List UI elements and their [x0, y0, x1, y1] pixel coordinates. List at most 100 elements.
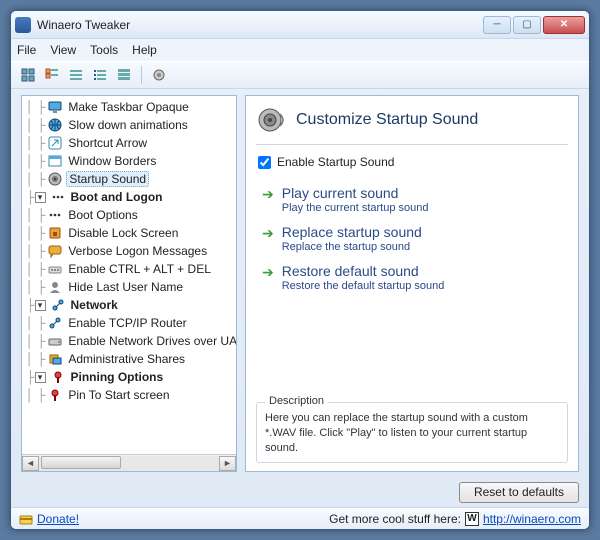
settings-button[interactable] [148, 64, 170, 86]
tree-item[interactable]: │ ├ Verbose Logon Messages [26, 242, 236, 260]
tree-group[interactable]: ├ ▾Boot and Logon [26, 188, 236, 206]
action-title: Replace startup sound [282, 224, 422, 240]
speaker-icon [47, 171, 63, 187]
lock-icon [47, 225, 63, 241]
net-icon [47, 315, 63, 331]
status-left: Donate! [19, 512, 79, 526]
tree-item[interactable]: │ ├ Hide Last User Name [26, 278, 236, 296]
action-desc: Replace the startup sound [282, 241, 422, 253]
tree-item[interactable]: │ ├ Administrative Shares [26, 350, 236, 368]
tree-item-label: Slow down animations [66, 118, 189, 132]
user-icon [47, 279, 63, 295]
dots-icon [47, 207, 63, 223]
tree-item-label: Pinning Options [69, 370, 166, 384]
button-row: Reset to defaults [11, 476, 589, 507]
tree-item-label: Make Taskbar Opaque [66, 100, 191, 114]
content-header: Customize Startup Sound [256, 104, 568, 145]
actions-list: ➔Play current soundPlay the current star… [256, 179, 568, 302]
view-mode-3-button[interactable] [65, 64, 87, 86]
tree-item[interactable]: │ ├ Pin To Start screen [26, 386, 236, 404]
tree-item[interactable]: │ ├ Startup Sound [26, 170, 236, 188]
menu-tools[interactable]: Tools [90, 43, 118, 57]
maximize-button[interactable]: ▢ [513, 16, 541, 34]
action-link[interactable]: ➔ Replace startup soundReplace the startu… [262, 224, 568, 253]
reset-to-defaults-button[interactable]: Reset to defaults [459, 482, 579, 503]
action-link[interactable]: ➔Restore default soundRestore the defaul… [262, 263, 568, 292]
view-mode-2-button[interactable] [41, 64, 63, 86]
dots-icon [50, 189, 66, 205]
tree-item-label: Verbose Logon Messages [66, 244, 209, 258]
tree-item-label: Enable TCP/IP Router [66, 316, 188, 330]
menu-help[interactable]: Help [132, 43, 157, 57]
close-button[interactable]: ✕ [543, 16, 585, 34]
enable-checkbox-input[interactable] [258, 156, 271, 169]
menu-file[interactable]: File [17, 43, 36, 57]
menu-view[interactable]: View [50, 43, 76, 57]
horizontal-scrollbar[interactable]: ◄ ► [22, 454, 236, 471]
window-buttons: ─ ▢ ✕ [483, 16, 585, 34]
tree-group[interactable]: ├ ▾Pinning Options [26, 368, 236, 386]
tree-item-label: Hide Last User Name [66, 280, 185, 294]
tree-item[interactable]: │ ├ Make Taskbar Opaque [26, 98, 236, 116]
share-icon [47, 351, 63, 367]
tree-group[interactable]: ├ ▾Network [26, 296, 236, 314]
drive-icon [47, 333, 63, 349]
minimize-button[interactable]: ─ [483, 16, 511, 34]
tree-item[interactable]: │ ├ Shortcut Arrow [26, 134, 236, 152]
tree-item-label: Enable Network Drives over UAC [66, 334, 236, 348]
tree-item-label: Boot Options [66, 208, 139, 222]
donate-link[interactable]: Donate! [37, 512, 79, 526]
winaero-icon: W [465, 512, 479, 526]
tree-item-label: Startup Sound [66, 171, 149, 187]
arrow-right-icon: ➔ [262, 187, 274, 201]
pin-icon [47, 387, 63, 403]
speaker-icon [256, 104, 288, 136]
view-mode-1-button[interactable] [17, 64, 39, 86]
tree-item[interactable]: │ ├ Enable TCP/IP Router [26, 314, 236, 332]
content-panel: Customize Startup Sound Enable Startup S… [245, 95, 579, 472]
tree-item[interactable]: │ ├ Enable CTRL + ALT + DEL [26, 260, 236, 278]
view-mode-4-button[interactable] [89, 64, 111, 86]
description-text: Here you can replace the startup sound w… [265, 411, 559, 456]
winaero-link[interactable]: http://winaero.com [483, 512, 581, 526]
app-icon [15, 17, 31, 33]
view-mode-5-button[interactable] [113, 64, 135, 86]
tree-item[interactable]: │ ├ Enable Network Drives over UAC [26, 332, 236, 350]
tree-view[interactable]: │ ├ Make Taskbar Opaque │ ├ Slow down an… [22, 96, 236, 454]
enable-checkbox-label: Enable Startup Sound [277, 155, 394, 169]
expander-icon[interactable]: ▾ [35, 192, 46, 203]
action-title: Restore default sound [282, 263, 445, 279]
scroll-track[interactable] [39, 456, 219, 471]
tree-item-label: Enable CTRL + ALT + DEL [66, 262, 213, 276]
scroll-right-button[interactable]: ► [219, 456, 236, 471]
scroll-left-button[interactable]: ◄ [22, 456, 39, 471]
chat-icon [47, 243, 63, 259]
more-stuff-label: Get more cool stuff here: [329, 512, 461, 526]
toolbar-separator [141, 66, 142, 84]
window-title: Winaero Tweaker [37, 18, 483, 32]
expander-icon[interactable]: ▾ [35, 372, 46, 383]
status-right: Get more cool stuff here: W http://winae… [329, 512, 581, 526]
tree-item-label: Window Borders [66, 154, 158, 168]
net-icon [50, 297, 66, 313]
scroll-thumb[interactable] [41, 456, 121, 469]
tree-item[interactable]: │ ├ Slow down animations [26, 116, 236, 134]
action-link[interactable]: ➔Play current soundPlay the current star… [262, 185, 568, 214]
enable-startup-sound-checkbox[interactable]: Enable Startup Sound [258, 155, 568, 169]
expander-icon[interactable]: ▾ [35, 300, 46, 311]
tree-item-label: Disable Lock Screen [66, 226, 180, 240]
keys-icon [47, 261, 63, 277]
description-box: Description Here you can replace the sta… [256, 402, 568, 463]
tree-item-label: Boot and Logon [69, 190, 165, 204]
statusbar: Donate! Get more cool stuff here: W http… [11, 507, 589, 529]
action-desc: Play the current startup sound [282, 202, 429, 214]
description-legend: Description [265, 395, 328, 407]
tree-item-label: Shortcut Arrow [66, 136, 149, 150]
titlebar[interactable]: Winaero Tweaker ─ ▢ ✕ [11, 11, 589, 39]
arrow-right-icon: ➔ [262, 226, 274, 240]
tree-item[interactable]: │ ├ Disable Lock Screen [26, 224, 236, 242]
tree-item[interactable]: │ ├ Window Borders [26, 152, 236, 170]
client-area: │ ├ Make Taskbar Opaque │ ├ Slow down an… [11, 89, 589, 476]
tree-item[interactable]: │ ├ Boot Options [26, 206, 236, 224]
page-title: Customize Startup Sound [296, 111, 478, 129]
